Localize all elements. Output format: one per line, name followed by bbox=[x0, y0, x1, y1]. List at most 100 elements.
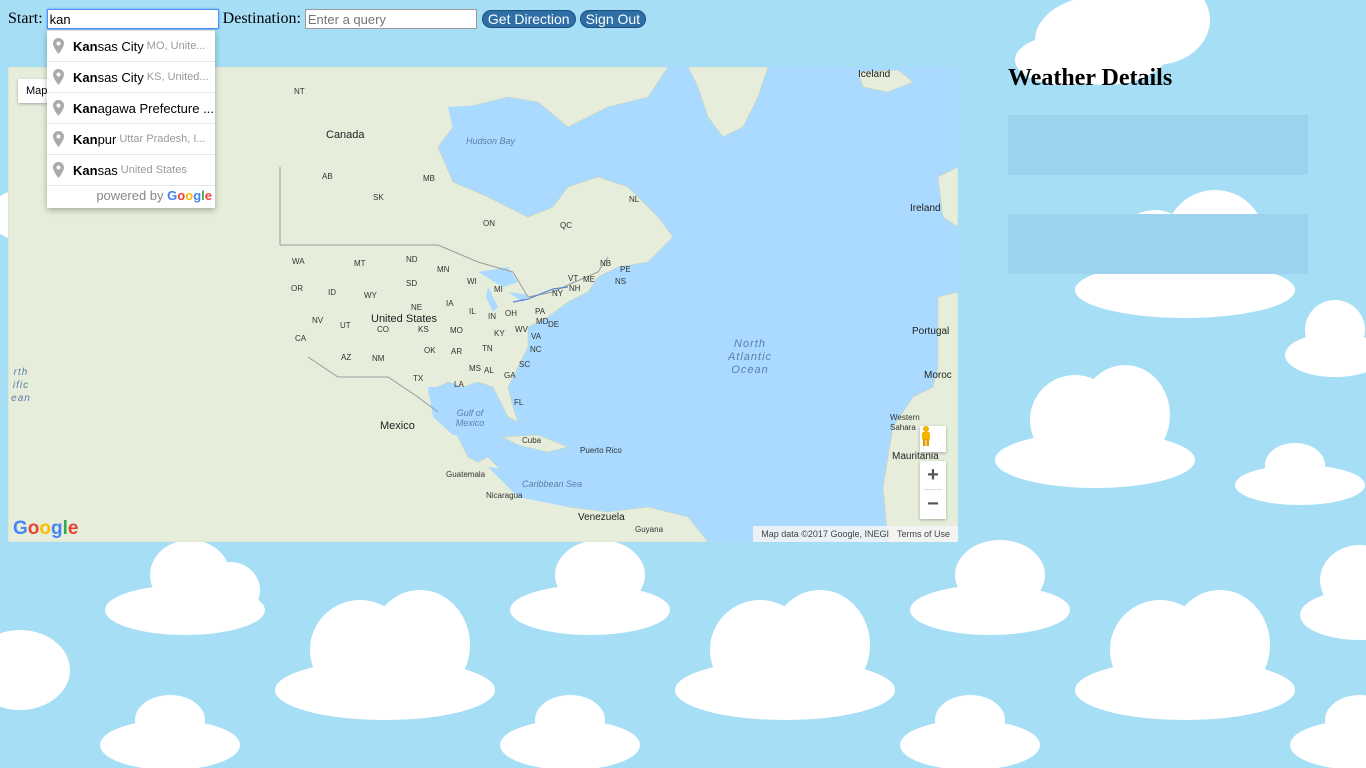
map-label-hudson-bay: Hudson Bay bbox=[466, 136, 516, 146]
destination-input[interactable] bbox=[304, 9, 477, 29]
map-label-state: NL bbox=[629, 195, 640, 204]
google-map-logo: Google bbox=[13, 518, 79, 539]
map-label-state: MS bbox=[469, 364, 481, 373]
map-label-morocco: Moroc bbox=[924, 370, 952, 381]
map-label-portugal: Portugal bbox=[912, 326, 950, 337]
map-label-state: ID bbox=[328, 288, 336, 297]
map-label-gulf-of-mexico: Gulf of Mexico bbox=[455, 408, 485, 428]
map-label-state: KY bbox=[494, 329, 505, 338]
map-label-state: NY bbox=[552, 289, 564, 298]
map-label-state: AB bbox=[322, 172, 333, 181]
map-pin-icon bbox=[53, 131, 64, 147]
autocomplete-main: Kansas City bbox=[73, 69, 144, 85]
map-data-credit: Map data ©2017 Google, INEGI bbox=[761, 529, 889, 539]
google-wordmark: Google bbox=[167, 188, 212, 203]
map-label-state: CO bbox=[377, 325, 389, 334]
map-label-state: IL bbox=[469, 307, 476, 316]
map-label-state: SD bbox=[406, 279, 418, 288]
destination-label: Destination: bbox=[222, 10, 301, 27]
start-label: Start: bbox=[8, 10, 43, 27]
map-pin-icon bbox=[53, 162, 64, 178]
map-label-state: TX bbox=[413, 374, 424, 383]
map-attribution: Map data ©2017 Google, INEGI Terms of Use bbox=[753, 526, 958, 542]
map-label-state: OK bbox=[424, 346, 436, 355]
map-label-state: WV bbox=[515, 325, 528, 334]
map-label-state: CA bbox=[295, 334, 307, 343]
map-label-state: MO bbox=[450, 326, 463, 335]
map-label-cuba: Cuba bbox=[522, 436, 542, 445]
map-label-state: NV bbox=[312, 316, 324, 325]
autocomplete-item[interactable]: Kansas City MO, Unite... bbox=[47, 31, 215, 62]
autocomplete-item[interactable]: Kansas City KS, United... bbox=[47, 62, 215, 93]
map-label-state: AR bbox=[451, 347, 463, 356]
map-label-iceland: Iceland bbox=[858, 69, 891, 80]
map-label-state: NB bbox=[600, 259, 612, 268]
map-label-state: NC bbox=[530, 345, 542, 354]
map-label-state: MT bbox=[354, 259, 366, 268]
autocomplete-main: Kansas City bbox=[73, 38, 144, 54]
map-label-state: WI bbox=[467, 277, 477, 286]
autocomplete-main: Kanpur bbox=[73, 131, 117, 147]
map-label-state: OH bbox=[505, 309, 517, 318]
map-label-state: WA bbox=[292, 257, 305, 266]
map-label-state: VA bbox=[531, 332, 542, 341]
map-label-guatemala: Guatemala bbox=[446, 470, 486, 479]
street-view-pegman-icon[interactable] bbox=[920, 426, 946, 452]
autocomplete-main: Kansas bbox=[73, 162, 118, 178]
map-label-state: DE bbox=[548, 320, 560, 329]
map-label-state: AZ bbox=[341, 353, 352, 362]
terms-of-use-link[interactable]: Terms of Use bbox=[893, 529, 954, 539]
map-label-state: MB bbox=[423, 174, 435, 183]
powered-by-google: powered by Google bbox=[96, 188, 212, 203]
map-label-north-atlantic-ocean: North Atlantic Ocean bbox=[727, 338, 773, 376]
map-label-canada: Canada bbox=[326, 129, 365, 141]
autocomplete-secondary: United States bbox=[120, 164, 187, 176]
map-label-state: PE bbox=[620, 265, 631, 274]
map-label-state: SK bbox=[373, 193, 384, 202]
map-label-north-pacific: rth ific ean bbox=[11, 367, 31, 404]
map-label-state: NH bbox=[569, 284, 581, 293]
zoom-out-button[interactable]: − bbox=[920, 490, 946, 518]
autocomplete-item[interactable]: Kanpur Uttar Pradesh, I... bbox=[47, 124, 215, 155]
map-label-united-states: United States bbox=[371, 313, 438, 325]
map-label-state: VT bbox=[568, 274, 579, 283]
autocomplete-item[interactable]: Kanagawa Prefecture ... bbox=[47, 93, 215, 124]
sign-out-button[interactable]: Sign Out bbox=[579, 10, 647, 28]
map-label-state: ME bbox=[583, 275, 595, 284]
map-label-state: MN bbox=[437, 265, 450, 274]
start-input[interactable] bbox=[46, 9, 219, 29]
autocomplete-secondary: MO, Unite... bbox=[146, 40, 206, 52]
zoom-in-button[interactable]: + bbox=[920, 461, 946, 489]
map-label-state: GA bbox=[504, 371, 516, 380]
map-label-state: NM bbox=[372, 354, 385, 363]
weather-details-heading: Weather Details bbox=[1008, 65, 1173, 91]
map-label-state: MI bbox=[494, 285, 503, 294]
map-label-state: QC bbox=[560, 221, 572, 230]
autocomplete-main: Kanagawa Prefecture ... bbox=[73, 100, 214, 116]
autocomplete-secondary: KS, United... bbox=[146, 71, 209, 83]
weather-panel-destination bbox=[1008, 214, 1308, 274]
map-label-state: NS bbox=[615, 277, 627, 286]
map-label-guyana: Guyana bbox=[635, 525, 664, 534]
map-label-ireland: Ireland bbox=[910, 203, 941, 214]
autocomplete-item[interactable]: Kansas United States bbox=[47, 155, 215, 186]
map-pin-icon bbox=[53, 69, 64, 85]
map-label-caribbean-sea: Caribbean Sea bbox=[522, 479, 583, 489]
get-direction-button[interactable]: Get Direction bbox=[481, 10, 576, 28]
autocomplete-secondary: Uttar Pradesh, I... bbox=[119, 133, 206, 145]
map-label-state: NT bbox=[294, 87, 305, 96]
map-label-state: TN bbox=[482, 344, 493, 353]
map-pin-icon bbox=[53, 38, 64, 54]
autocomplete-dropdown: Kansas City MO, Unite... Kansas City KS,… bbox=[47, 30, 215, 208]
map-label-state: NE bbox=[411, 303, 423, 312]
map-label-state: IA bbox=[446, 299, 454, 308]
map-label-state: IN bbox=[488, 312, 496, 321]
map-label-state: OR bbox=[291, 284, 303, 293]
map-label-state: PA bbox=[535, 307, 546, 316]
map-label-puerto-rico: Puerto Rico bbox=[580, 446, 622, 455]
weather-panel-start bbox=[1008, 115, 1308, 175]
map-label-state: ND bbox=[406, 255, 418, 264]
map-label-state: FL bbox=[514, 398, 524, 407]
map-label-state: WY bbox=[364, 291, 377, 300]
map-label-state: AL bbox=[484, 366, 494, 375]
